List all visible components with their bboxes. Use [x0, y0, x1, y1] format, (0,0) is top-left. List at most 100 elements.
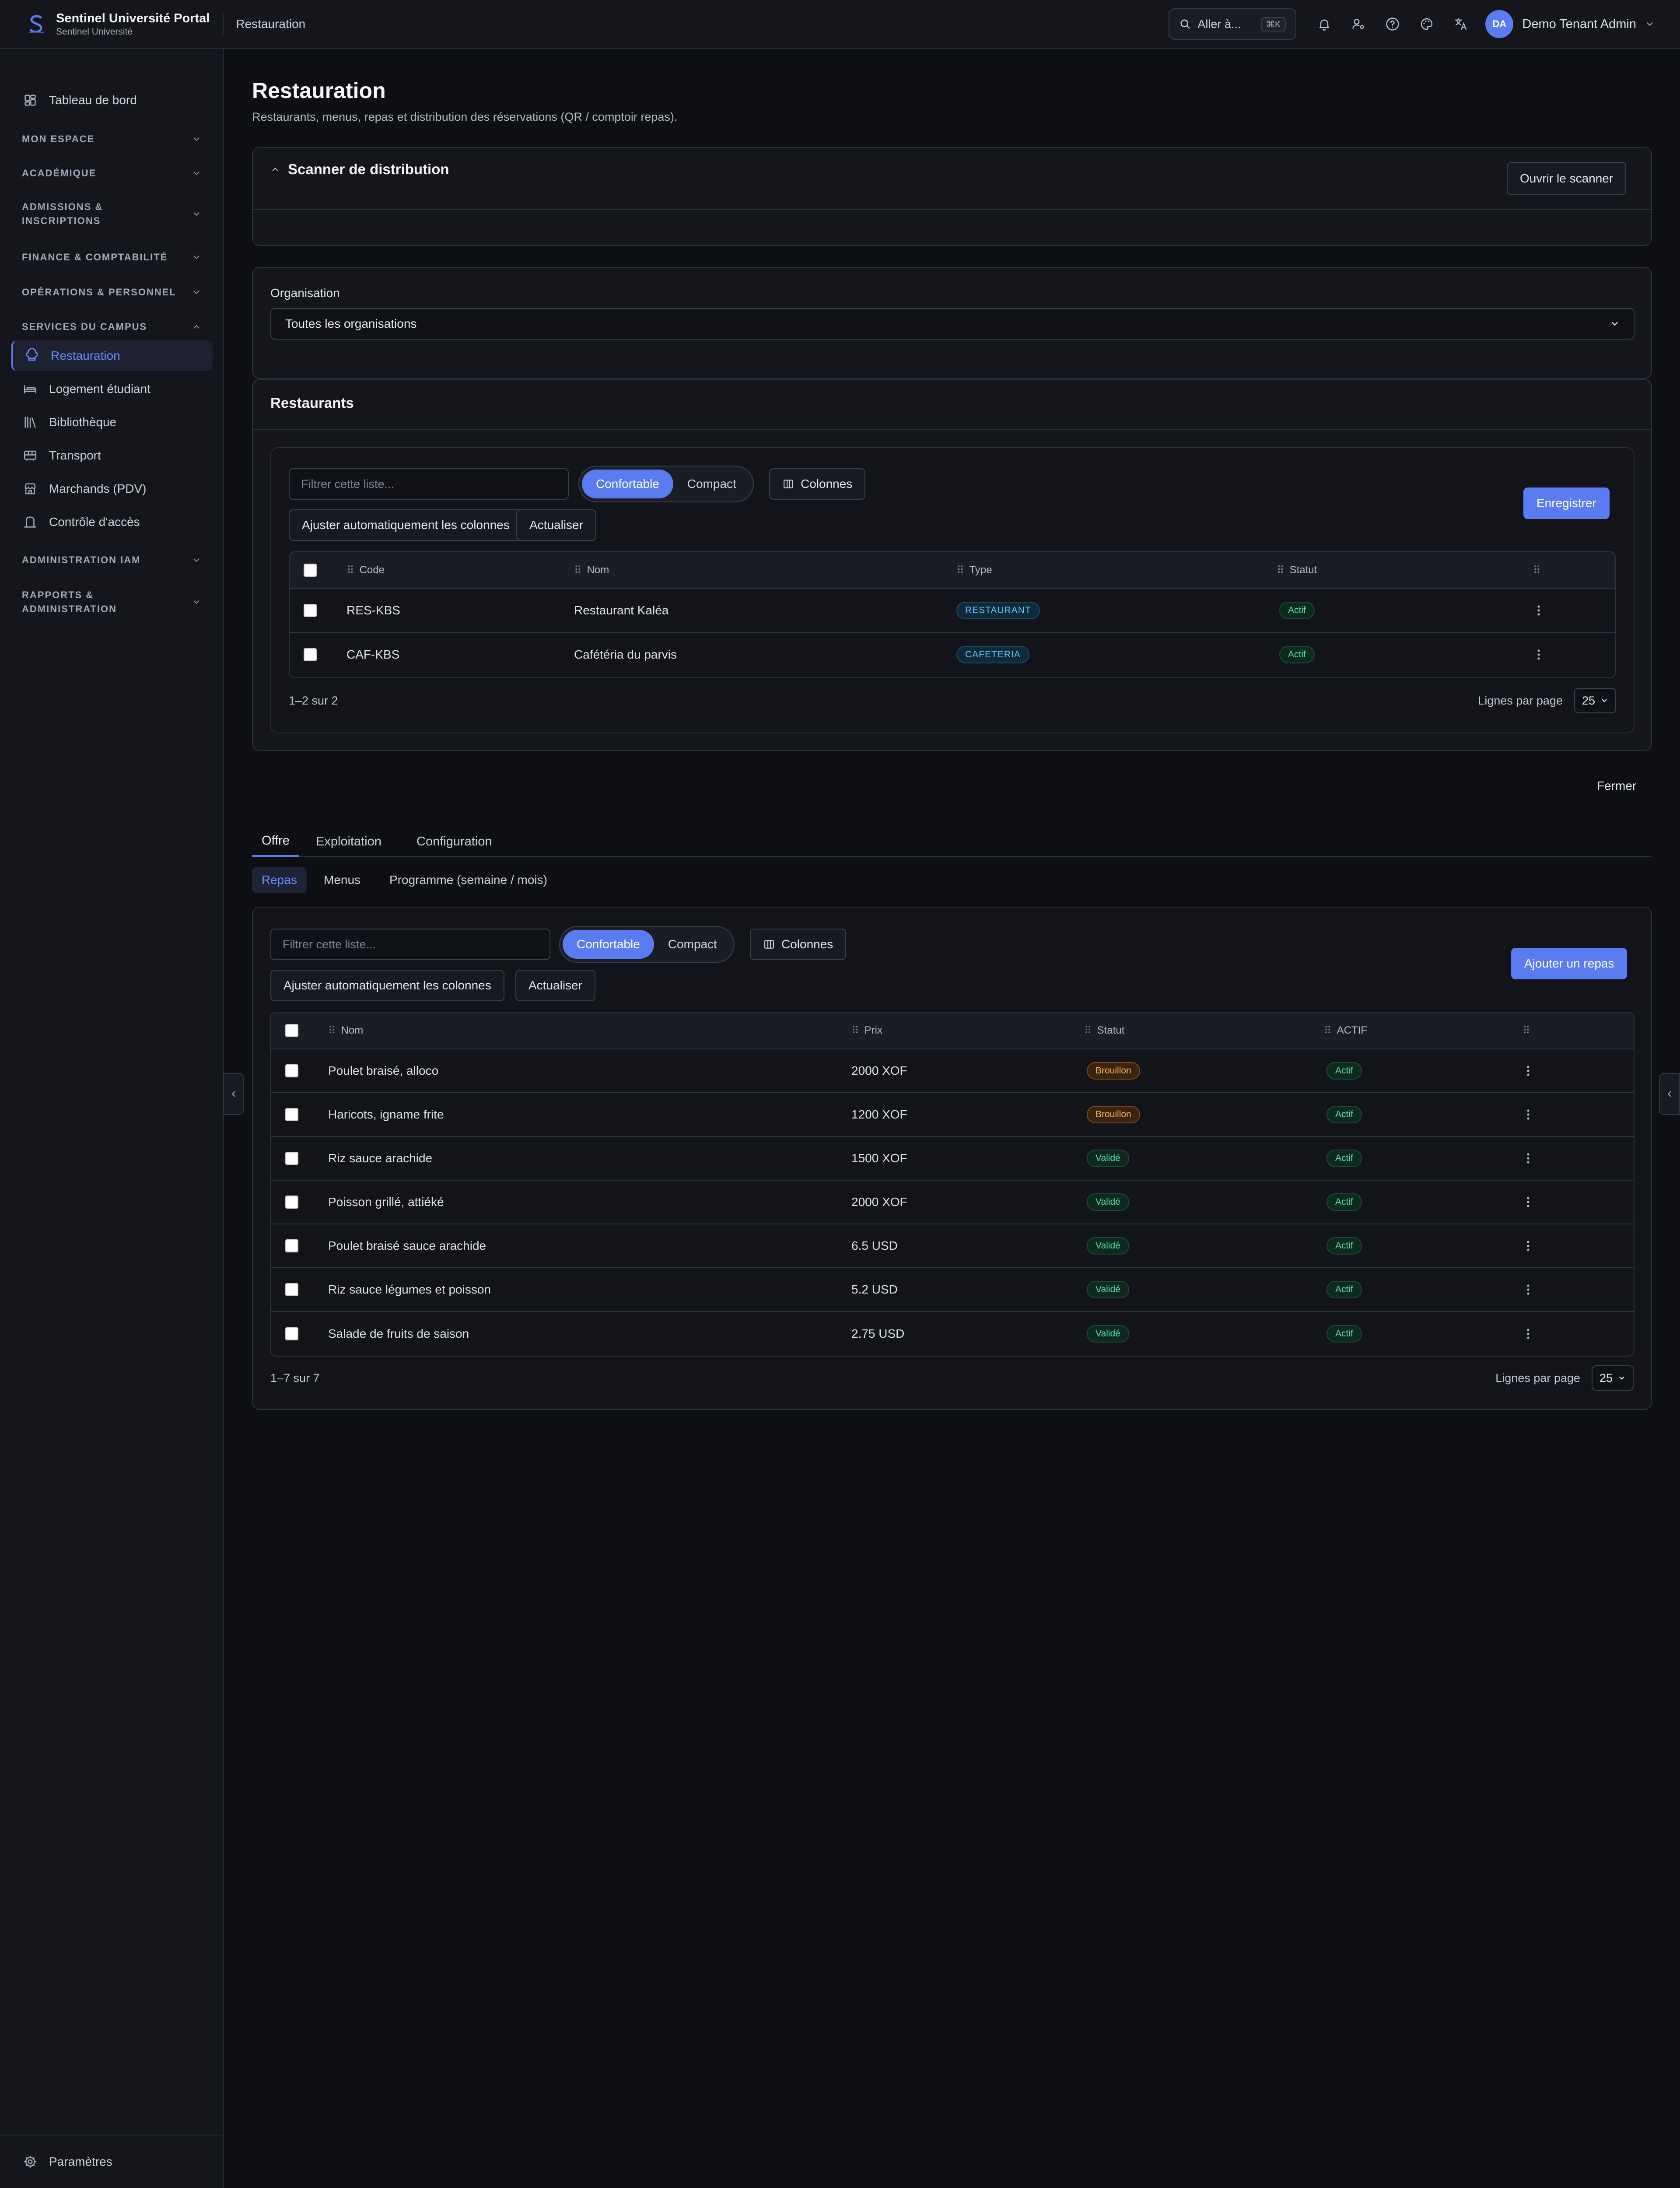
restaurants-refresh-button[interactable]: Actualiser — [516, 509, 596, 541]
logo-icon[interactable] — [25, 13, 47, 35]
table-row[interactable]: Poisson grillé, attiéké 2000 XOF Validé Act… — [271, 1181, 1634, 1224]
sidebar-item-restauration[interactable]: Restauration — [11, 340, 213, 371]
table-row[interactable]: RES-KBS Restaurant Kaléa RESTAURANT Acti… — [290, 589, 1615, 633]
row-actions-icon[interactable] — [1526, 1224, 1530, 1267]
sidebar-item-dashboard[interactable]: Tableau de bord — [11, 85, 213, 116]
organisation-select[interactable]: Toutes les organisations — [270, 308, 1634, 340]
row-actions-icon[interactable] — [1526, 1312, 1530, 1356]
meals-density-toggle[interactable]: Confortable Compact — [559, 926, 735, 963]
rows-per-page-select[interactable]: 25 — [1574, 688, 1616, 713]
meals-filter-input[interactable] — [270, 929, 550, 960]
sidebar-item-transport[interactable]: Transport — [11, 440, 213, 471]
sidebar-item-marchands[interactable]: Marchands (PDV) — [11, 473, 213, 504]
sidebar-group-operations[interactable]: OPÉRATIONS & PERSONNEL — [22, 285, 201, 299]
drag-handle-icon[interactable]: ⠿ — [574, 564, 582, 577]
sidebar-item-logement[interactable]: Logement étudiant — [11, 374, 213, 404]
density-compact-option[interactable]: Compact — [673, 470, 750, 498]
language-icon[interactable] — [1447, 10, 1475, 38]
table-row[interactable]: Salade de fruits de saison 2.75 USD Validé… — [271, 1312, 1634, 1356]
row-checkbox[interactable] — [304, 589, 317, 632]
column-header-code[interactable]: ⠿ Code — [346, 552, 385, 588]
select-all-checkbox[interactable] — [304, 552, 317, 588]
meals-columns-button[interactable]: Colonnes — [750, 929, 847, 960]
row-checkbox[interactable] — [285, 1093, 298, 1136]
sidebar-item-controle-acces[interactable]: Contrôle d'accès — [11, 507, 213, 537]
expand-right-panel-button[interactable] — [1659, 1073, 1680, 1115]
subtab-programme[interactable]: Programme (semaine / mois) — [380, 867, 557, 893]
sidebar-group-admissions[interactable]: ADMISSIONS & INSCRIPTIONS — [22, 200, 201, 228]
add-meal-button[interactable]: Ajouter un repas — [1511, 948, 1628, 979]
sidebar-group-mon-espace[interactable]: MON ESPACE — [22, 132, 201, 146]
column-header-actions[interactable]: ⠿ — [1533, 552, 1546, 588]
drag-handle-icon[interactable]: ⠿ — [851, 1024, 859, 1037]
help-icon[interactable] — [1379, 10, 1407, 38]
drag-handle-icon[interactable]: ⠿ — [1277, 564, 1284, 577]
table-row[interactable]: Haricots, igname frite 1200 XOF Brouillon A… — [271, 1093, 1634, 1137]
user-settings-icon[interactable] — [1344, 10, 1372, 38]
restaurants-save-button[interactable]: Enregistrer — [1523, 487, 1610, 519]
row-actions-icon[interactable] — [1536, 589, 1541, 632]
row-actions-icon[interactable] — [1526, 1268, 1530, 1311]
rows-per-page-select[interactable]: 25 — [1591, 1365, 1634, 1391]
row-actions-icon[interactable] — [1526, 1137, 1530, 1180]
row-checkbox[interactable] — [285, 1181, 298, 1224]
sidebar-group-services[interactable]: SERVICES DU CAMPUS — [22, 320, 201, 334]
restaurants-autofit-button[interactable]: Ajuster automatiquement les colonnes — [289, 509, 523, 541]
tab-exploitation[interactable]: Exploitation — [306, 826, 391, 857]
restaurants-density-toggle[interactable]: Confortable Compact — [578, 466, 754, 502]
column-header-actions[interactable]: ⠿ — [1522, 1013, 1536, 1048]
drag-handle-icon[interactable]: ⠿ — [1533, 564, 1541, 577]
column-header-status[interactable]: ⠿ Statut — [1084, 1013, 1124, 1048]
sidebar-item-bibliotheque[interactable]: Bibliothèque — [11, 407, 213, 438]
drag-handle-icon[interactable]: ⠿ — [328, 1024, 336, 1037]
table-row[interactable]: CAF-KBS Cafétéria du parvis CAFETERIA Ac… — [290, 633, 1615, 677]
row-checkbox[interactable] — [285, 1049, 298, 1092]
table-row[interactable]: Poulet braisé sauce arachide 6.5 USD Valid… — [271, 1224, 1634, 1268]
breadcrumb[interactable]: Restauration — [236, 17, 305, 31]
column-header-active[interactable]: ⠿ ACTIF — [1324, 1013, 1367, 1048]
density-compact-option[interactable]: Compact — [654, 930, 731, 959]
row-actions-icon[interactable] — [1526, 1093, 1530, 1136]
table-row[interactable]: Riz sauce arachide 1500 XOF Validé Actif — [271, 1137, 1634, 1181]
row-checkbox[interactable] — [304, 633, 317, 677]
subtab-menus[interactable]: Menus — [314, 867, 370, 893]
tab-configuration[interactable]: Configuration — [407, 826, 502, 857]
column-header-name[interactable]: ⠿ Nom — [574, 552, 609, 588]
table-row[interactable]: Poulet braisé, alloco 2000 XOF Brouillon Ac… — [271, 1049, 1634, 1093]
column-header-name[interactable]: ⠿ Nom — [328, 1013, 363, 1048]
sidebar-group-rapports[interactable]: RAPPORTS & ADMINISTRATION — [22, 588, 201, 616]
row-checkbox[interactable] — [285, 1224, 298, 1267]
close-button[interactable]: Fermer — [1597, 779, 1636, 793]
collapse-sidebar-button[interactable] — [223, 1073, 244, 1115]
sidebar-group-academique[interactable]: ACADÉMIQUE — [22, 166, 201, 180]
notifications-bell-icon[interactable] — [1310, 10, 1338, 38]
drag-handle-icon[interactable]: ⠿ — [1522, 1024, 1530, 1037]
density-comfortable-option[interactable]: Confortable — [563, 930, 654, 959]
search-button[interactable]: Aller à... ⌘K — [1169, 8, 1297, 40]
tab-offre[interactable]: Offre — [252, 826, 299, 857]
sidebar-group-finance[interactable]: FINANCE & COMPTABILITÉ — [22, 250, 201, 264]
sidebar-item-settings[interactable]: Paramètres — [0, 2135, 223, 2188]
restaurants-columns-button[interactable]: Colonnes — [769, 468, 866, 500]
select-all-checkbox[interactable] — [285, 1013, 298, 1048]
row-checkbox[interactable] — [285, 1268, 298, 1311]
subtab-repas[interactable]: Repas — [252, 867, 307, 893]
row-actions-icon[interactable] — [1526, 1049, 1530, 1092]
user-menu[interactable]: DA Demo Tenant Admin — [1485, 10, 1655, 38]
column-header-price[interactable]: ⠿ Prix — [851, 1013, 882, 1048]
scanner-header[interactable]: Scanner de distribution — [270, 161, 449, 178]
drag-handle-icon[interactable]: ⠿ — [956, 564, 964, 577]
column-header-status[interactable]: ⠿ Statut — [1277, 552, 1317, 588]
row-actions-icon[interactable] — [1536, 633, 1541, 677]
drag-handle-icon[interactable]: ⠿ — [346, 564, 354, 577]
column-header-type[interactable]: ⠿ Type — [956, 552, 992, 588]
drag-handle-icon[interactable]: ⠿ — [1324, 1024, 1332, 1037]
sidebar-group-iam[interactable]: ADMINISTRATION IAM — [22, 553, 201, 567]
table-row[interactable]: Riz sauce légumes et poisson 5.2 USD Valid… — [271, 1268, 1634, 1312]
row-actions-icon[interactable] — [1526, 1181, 1530, 1224]
meals-autofit-button[interactable]: Ajuster automatiquement les colonnes — [270, 970, 504, 1001]
row-checkbox[interactable] — [285, 1312, 298, 1356]
row-checkbox[interactable] — [285, 1137, 298, 1180]
open-scanner-button[interactable]: Ouvrir le scanner — [1507, 162, 1627, 195]
restaurants-filter-input[interactable] — [289, 468, 569, 500]
